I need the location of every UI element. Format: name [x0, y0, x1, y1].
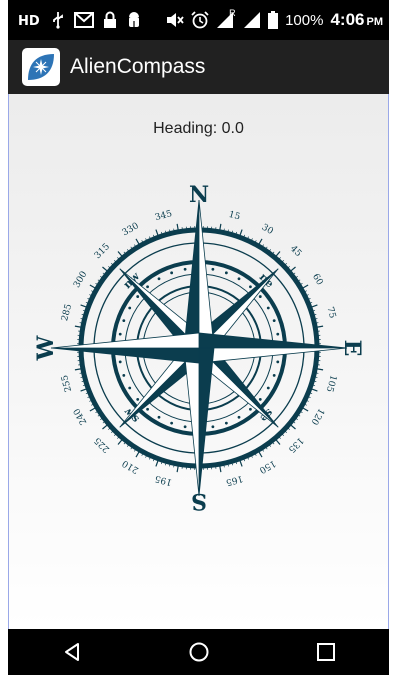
star-point-light: [50, 332, 200, 349]
compass-dot: [272, 319, 276, 323]
compass-dot: [258, 398, 262, 401]
compass-dot: [211, 425, 215, 429]
compass-dot: [249, 407, 252, 411]
compass-dot: [118, 332, 122, 336]
app-title: AlienCompass: [70, 55, 206, 78]
compass-dot: [237, 277, 241, 281]
degree-label: 345: [154, 209, 173, 223]
recents-button[interactable]: [296, 629, 356, 675]
degree-label: 105: [324, 374, 338, 393]
nav-bar: [8, 629, 389, 675]
status-bar: HD R 100% 4:06 PM: [8, 0, 389, 40]
star-point-dark: [50, 347, 200, 364]
degree-label: 255: [60, 373, 74, 392]
clock-ampm: PM: [366, 16, 384, 28]
clock-time: 4:06: [330, 10, 365, 29]
svg-text:HD: HD: [18, 14, 40, 27]
compass-dot: [224, 271, 228, 275]
degree-label: 150: [257, 458, 277, 475]
compass-dot: [211, 267, 215, 271]
compass-dot: [146, 285, 149, 289]
compass-dot: [258, 295, 262, 298]
back-icon: [64, 643, 79, 661]
cardinal-label-w: W: [33, 335, 59, 361]
battery-percent: 100%: [285, 11, 324, 29]
degree-label: 240: [72, 406, 89, 426]
degree-label: 15: [228, 210, 242, 223]
degree-label: 285: [60, 303, 74, 322]
compass-dot: [224, 421, 228, 425]
compass-logo-icon: [22, 48, 60, 86]
compass-rose: 15 30 45 60 75 105 120135 150 165 195 210 225240 255…: [33, 182, 365, 514]
compass-dot: [122, 319, 126, 323]
back-button[interactable]: [42, 629, 102, 675]
degree-label: 75: [325, 306, 338, 320]
main-content: Heading: 0.0 15 30 45 60 75 105 120 135 150 165 19…: [9, 94, 388, 629]
battery-icon: [268, 11, 279, 29]
mute-icon: [166, 12, 184, 28]
compass-dot: [266, 306, 270, 310]
degree-label: 195: [154, 473, 173, 487]
star-point-light: [198, 347, 348, 364]
compass-dot: [272, 373, 276, 377]
heading-text: Heading: 0.0: [153, 120, 244, 137]
signal-icon: [243, 11, 261, 29]
compass-dot: [237, 415, 241, 419]
compass-star: [50, 199, 348, 497]
status-bar-right: R 100% 4:06 PM: [166, 8, 383, 30]
cardinal-label-e: E: [339, 340, 365, 357]
degree-label: 135: [286, 435, 305, 454]
hd-icon: HD: [18, 13, 42, 27]
compass-dot: [122, 373, 126, 377]
compass-dot: [276, 332, 280, 336]
degree-label: 210: [121, 457, 141, 474]
compass-dot: [136, 398, 140, 401]
star-point-light: [183, 347, 200, 497]
compass-dot: [157, 277, 161, 281]
compass-dot: [170, 271, 174, 275]
gmail-icon: [74, 12, 94, 28]
home-button[interactable]: [169, 629, 229, 675]
lock-icon: [103, 11, 117, 29]
compass-dot: [157, 415, 161, 419]
compass-dot: [249, 285, 252, 289]
star-point-dark: [198, 347, 215, 497]
degree-label: 315: [93, 242, 112, 261]
degree-label: 330: [121, 221, 141, 238]
cardinal-label-n: N: [189, 182, 209, 208]
compass-dot: [276, 360, 280, 364]
recents-icon: [316, 643, 335, 661]
degree-label: 45: [288, 244, 303, 259]
degree-label: 225: [93, 435, 112, 454]
compass-dot: [170, 421, 174, 425]
android-debug-icon: [126, 11, 142, 29]
compass-dot: [128, 386, 132, 390]
roaming-indicator: R: [229, 8, 236, 18]
degree-label: 165: [224, 473, 243, 487]
home-icon: [189, 642, 208, 662]
compass-dot: [183, 425, 187, 429]
star-point-dark: [183, 199, 200, 349]
status-bar-left: HD: [18, 11, 166, 29]
star-point-light: [198, 199, 215, 349]
cardinal-label-s: S: [191, 488, 207, 514]
compass-dot: [118, 360, 122, 364]
alarm-icon: [191, 11, 209, 29]
star-point-dark: [198, 332, 348, 349]
compass-dot: [266, 386, 270, 390]
compass-dot: [128, 306, 132, 310]
usb-icon: [51, 11, 65, 29]
degree-label: 120: [308, 406, 325, 426]
signal-roaming-icon: R: [216, 8, 236, 29]
compass-dot: [183, 267, 187, 271]
clock: 4:06 PM: [330, 10, 383, 30]
degree-label: 60: [310, 272, 325, 287]
app-bar: AlienCompass: [8, 40, 389, 94]
degree-label: 300: [72, 270, 89, 290]
compass-dot: [136, 295, 140, 298]
degree-label: 30: [260, 223, 275, 238]
compass-dot: [146, 407, 149, 411]
